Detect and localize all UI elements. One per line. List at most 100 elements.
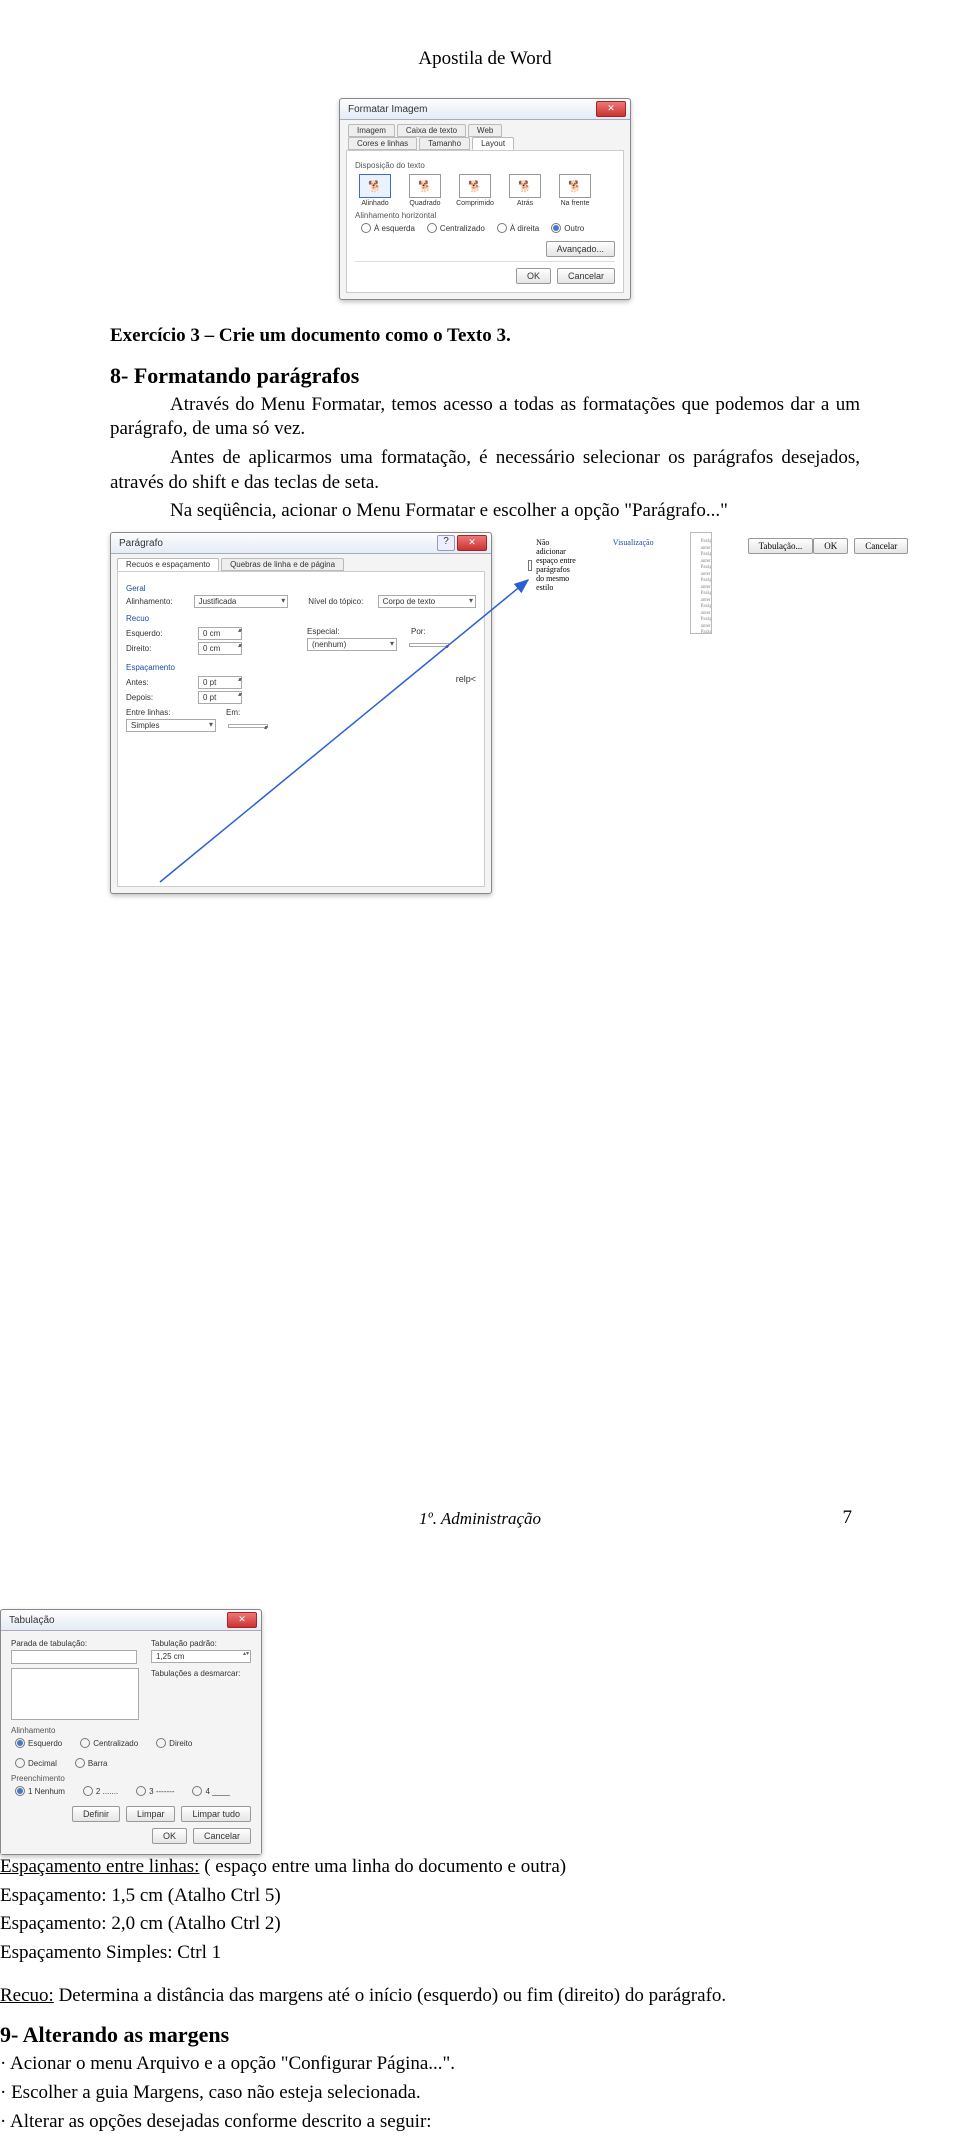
radio-fill-3[interactable]: 3 ------- bbox=[136, 1786, 174, 1796]
label-desmarcar: Tabulações a desmarcar: bbox=[151, 1669, 251, 1678]
dialog-title: Formatar Imagem bbox=[348, 104, 427, 115]
ok-button[interactable]: OK bbox=[516, 268, 551, 284]
footer-text: 1º. Administração bbox=[0, 1509, 960, 1529]
paragraph: Antes de aplicarmos uma formatação, é ne… bbox=[110, 446, 860, 495]
label-direito: Direito: bbox=[126, 644, 192, 653]
checkbox-icon bbox=[528, 560, 532, 571]
spin-esquerdo[interactable]: 0 cm bbox=[198, 627, 242, 640]
label-antes: Antes: bbox=[126, 678, 192, 687]
label-parada: Parada de tabulação: bbox=[11, 1639, 137, 1648]
heading-8: 8- Formatando parágrafos bbox=[110, 363, 860, 389]
ok-button[interactable]: OK bbox=[152, 1828, 187, 1844]
tab-imagem[interactable]: Imagem bbox=[348, 124, 395, 137]
spin-antes[interactable]: 0 pt bbox=[198, 676, 242, 689]
radio-centralizado[interactable]: Centralizado bbox=[80, 1738, 138, 1748]
combo-alinhamento[interactable]: Justificada bbox=[194, 595, 289, 608]
dog-icon: 🐕 bbox=[518, 180, 532, 193]
label-padrao: Tabulação padrão: bbox=[151, 1639, 251, 1648]
cancel-button[interactable]: Cancelar bbox=[557, 268, 615, 284]
radio-decimal[interactable]: Decimal bbox=[15, 1758, 57, 1768]
close-icon[interactable]: ✕ bbox=[457, 535, 487, 551]
combo-entre-linhas[interactable]: Simples bbox=[126, 719, 216, 732]
dog-icon: 🐕 bbox=[568, 180, 582, 193]
dog-icon: 🐕 bbox=[468, 180, 482, 193]
dialog-tabulacao: Tabulação ✕ Parada de tabulação: Tabulaç… bbox=[0, 1609, 262, 1855]
paragraph: Espaçamento: 2,0 cm (Atalho Ctrl 2) bbox=[0, 1912, 960, 1937]
tab-layout[interactable]: Layout bbox=[472, 137, 514, 150]
radio-barra[interactable]: Barra bbox=[75, 1758, 108, 1768]
dialog-title: Tabulação bbox=[9, 1615, 55, 1626]
section-preenchimento: Preenchimento bbox=[11, 1774, 251, 1783]
tab-cores-linhas[interactable]: Cores e linhas bbox=[348, 137, 417, 150]
section-alinhamento-horizontal: Alinhamento horizontal bbox=[355, 211, 615, 220]
spin-depois[interactable]: 0 pt bbox=[198, 691, 242, 704]
wrap-comprimido[interactable]: 🐕 Comprimido bbox=[455, 174, 495, 207]
page-number: 7 bbox=[843, 1507, 853, 1529]
paragraph: Espaçamento: 1,5 cm (Atalho Ctrl 5) bbox=[0, 1884, 960, 1909]
heading-9: 9- Alterando as margens bbox=[0, 2022, 960, 2048]
label-especial: Especial: bbox=[307, 627, 355, 636]
spin-por[interactable] bbox=[409, 643, 449, 647]
ok-button[interactable]: OK bbox=[813, 538, 848, 554]
combo-nivel[interactable]: Corpo de texto bbox=[378, 595, 476, 608]
tabulacao-button[interactable]: Tabulação... bbox=[748, 538, 814, 554]
label-esquerdo: Esquerdo: bbox=[126, 629, 192, 638]
list-item: · Escolher a guia Margens, caso não este… bbox=[0, 2081, 960, 2106]
wrap-na-frente[interactable]: 🐕 Na frente bbox=[555, 174, 595, 207]
label-depois: Depois: bbox=[126, 693, 192, 702]
advanced-button[interactable]: Avançado... bbox=[546, 241, 615, 257]
section-espacamento: Espaçamento bbox=[126, 663, 476, 672]
radio-esquerda[interactable]: À esquerda bbox=[361, 223, 415, 233]
radio-fill-4[interactable]: 4 ____ bbox=[192, 1786, 229, 1796]
radio-fill-2[interactable]: 2 ....... bbox=[83, 1786, 118, 1796]
input-parada[interactable] bbox=[11, 1650, 137, 1664]
combo-especial[interactable]: (nenhum) bbox=[307, 638, 397, 651]
dialog-formatar-imagem: Formatar Imagem ✕ Imagem Caixa de texto … bbox=[339, 98, 631, 300]
dog-icon: 🐕 bbox=[368, 180, 382, 193]
preview-box: Parágrafo anterior Parágrafo anterior Pa… bbox=[690, 532, 712, 634]
radio-centralizado[interactable]: Centralizado bbox=[427, 223, 485, 233]
spin-padrao[interactable]: 1,25 cm bbox=[151, 1650, 251, 1663]
tab-quebras[interactable]: Quebras de linha e de página bbox=[221, 558, 344, 571]
label-em: Em: bbox=[226, 708, 250, 717]
tab-recuos-espacamento[interactable]: Recuos e espaçamento bbox=[117, 558, 219, 571]
tab-tamanho[interactable]: Tamanho bbox=[419, 137, 470, 150]
spin-em[interactable] bbox=[228, 724, 268, 728]
definir-button[interactable]: Definir bbox=[72, 1806, 120, 1822]
label-alinhamento: Alinhamento: bbox=[126, 597, 188, 606]
tab-web[interactable]: Web bbox=[468, 124, 502, 137]
label-entre-linhas: Entre linhas: bbox=[126, 708, 184, 717]
section-geral: Geral bbox=[126, 584, 476, 593]
radio-fill-1[interactable]: 1 Nenhum bbox=[15, 1786, 65, 1796]
exercise-3-title: Exercício 3 – Crie um documento como o T… bbox=[110, 324, 860, 349]
list-paradas[interactable] bbox=[11, 1668, 139, 1720]
paragraph: Recuo: Determina a distância das margens… bbox=[0, 1984, 960, 2009]
paragraph: Através do Menu Formatar, temos acesso a… bbox=[110, 393, 860, 442]
list-item: · Acionar o menu Arquivo e a opção "Conf… bbox=[0, 2052, 960, 2077]
checkbox-dont-add-space[interactable]: Não adicionar espaço entre parágrafos do… bbox=[528, 538, 577, 592]
radio-direito[interactable]: Direito bbox=[156, 1738, 192, 1748]
radio-esquerdo[interactable]: Esquerdo bbox=[15, 1738, 62, 1748]
wrap-quadrado[interactable]: 🐕 Quadrado bbox=[405, 174, 445, 207]
list-item: · Alterar as opções desejadas conforme d… bbox=[0, 2110, 960, 2135]
paragraph: Espaçamento entre linhas: ( espaço entre… bbox=[0, 1855, 960, 1880]
cancel-button[interactable]: Cancelar bbox=[854, 538, 908, 554]
tab-caixa-texto[interactable]: Caixa de texto bbox=[397, 124, 466, 137]
section-alinhamento: Alinhamento bbox=[11, 1726, 251, 1735]
wrap-atras[interactable]: 🐕 Atrás bbox=[505, 174, 545, 207]
wrap-alinhado[interactable]: 🐕 Alinhado bbox=[355, 174, 395, 207]
limpar-button[interactable]: Limpar bbox=[126, 1806, 176, 1822]
dog-icon: 🐕 bbox=[418, 180, 432, 193]
section-visualizacao: Visualização bbox=[613, 538, 654, 547]
help-icon[interactable]: ? bbox=[437, 535, 455, 551]
close-icon[interactable]: ✕ bbox=[596, 101, 626, 117]
close-icon[interactable]: ✕ bbox=[227, 1612, 257, 1628]
limpar-tudo-button[interactable]: Limpar tudo bbox=[181, 1806, 251, 1822]
radio-outro[interactable]: Outro bbox=[551, 223, 584, 233]
dialog-paragrafo: Parágrafo ? ✕ Recuos e espaçamento Quebr… bbox=[110, 532, 492, 894]
spin-direito[interactable]: 0 cm bbox=[198, 642, 242, 655]
section-disposicao: Disposição do texto bbox=[355, 161, 615, 170]
radio-direita[interactable]: À direita bbox=[497, 223, 539, 233]
label-por: Por: bbox=[411, 627, 447, 636]
cancel-button[interactable]: Cancelar bbox=[193, 1828, 251, 1844]
